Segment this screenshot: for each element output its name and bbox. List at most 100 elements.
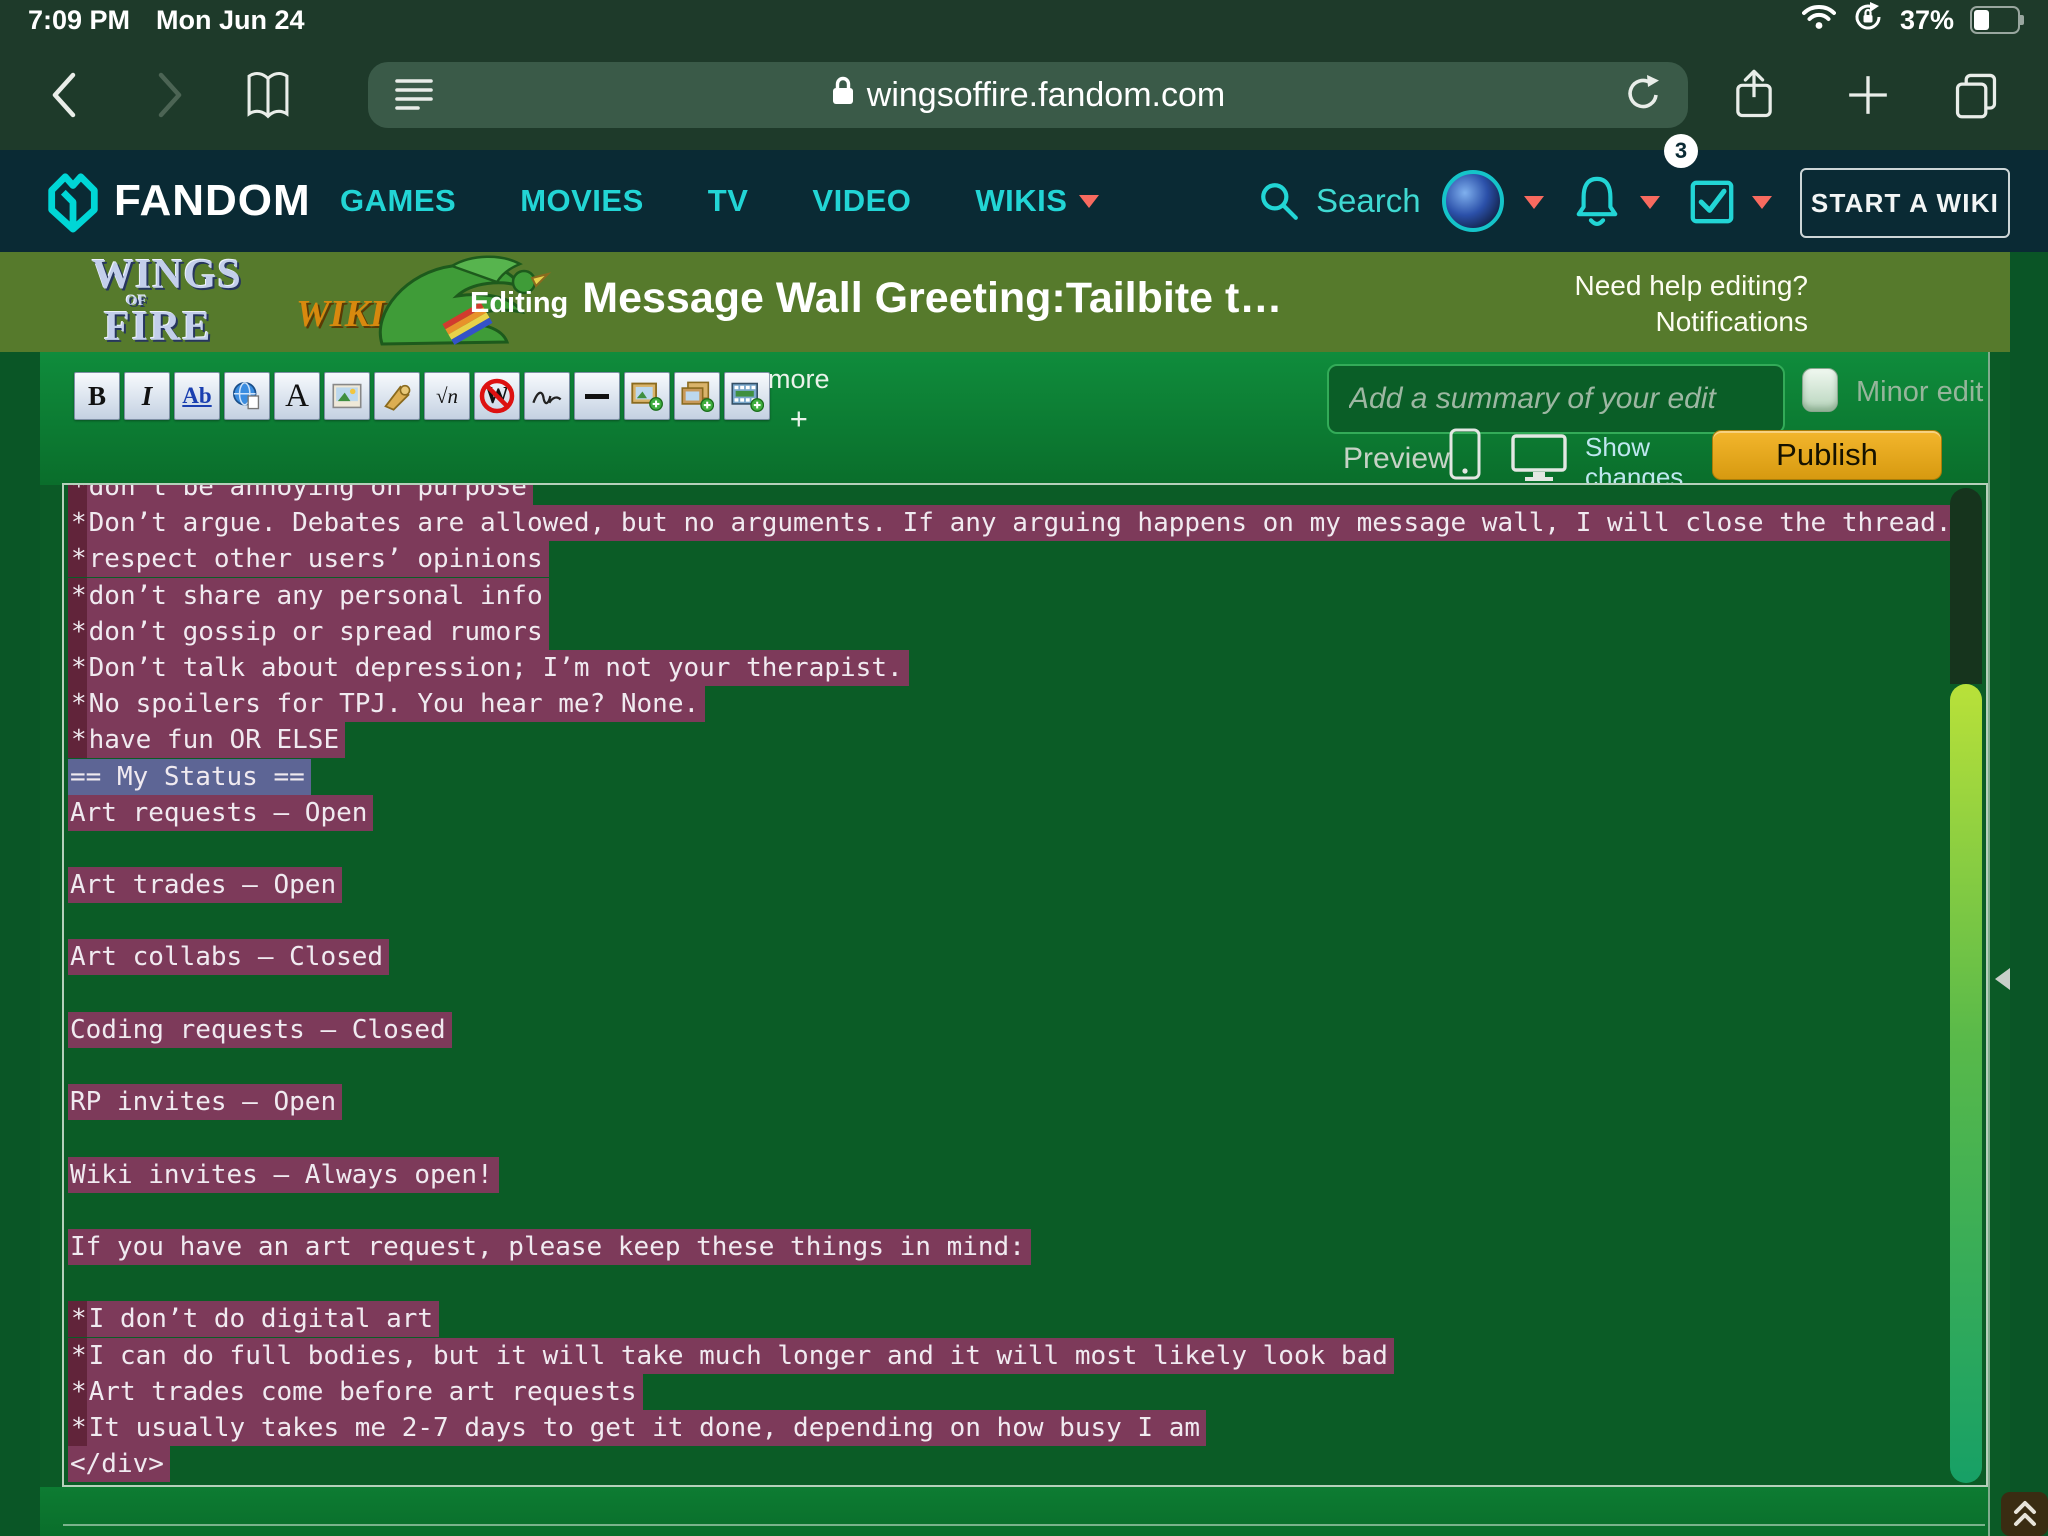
editor-line[interactable]: Coding requests – Closed <box>68 1012 1986 1048</box>
user-avatar[interactable] <box>1442 170 1504 232</box>
bookmarks-button[interactable] <box>240 66 296 124</box>
editor-line[interactable] <box>68 1265 1986 1301</box>
edit-summary-input[interactable] <box>1327 364 1785 434</box>
editor-line[interactable]: RP invites – Open <box>68 1084 1986 1120</box>
add-photo-button[interactable] <box>624 372 670 420</box>
search-label: Search <box>1316 182 1421 220</box>
forward-button[interactable] <box>142 66 198 124</box>
editor-scrollbar-thumb[interactable] <box>1950 684 1982 1483</box>
add-gallery-button[interactable] <box>674 372 720 420</box>
embedded-image-button[interactable] <box>324 372 370 420</box>
minor-edit-checkbox[interactable] <box>1802 368 1838 412</box>
wikitext-toolbar: BIAb A √nW <box>74 372 770 420</box>
horizontal-line-button[interactable] <box>574 372 620 420</box>
editor-line[interactable]: *Don’t talk about depression; I’m not yo… <box>68 650 1986 686</box>
publish-button[interactable]: Publish <box>1712 430 1942 480</box>
back-button[interactable] <box>36 66 92 124</box>
minor-edit-label: Minor edit <box>1856 376 1983 409</box>
add-video-button[interactable] <box>724 372 770 420</box>
fandom-logo[interactable]: FANDOM <box>42 168 311 234</box>
nav-link-tv[interactable]: TV <box>708 183 749 219</box>
editor-line[interactable]: Art trades – Open <box>68 867 1986 903</box>
double-chevron-up-icon <box>2011 1499 2039 1529</box>
editor-line[interactable]: *I don’t do digital art <box>68 1301 1986 1337</box>
media-file-link-button[interactable] <box>374 372 420 420</box>
editor-line[interactable]: *It usually takes me 2-7 days to get it … <box>68 1410 1986 1446</box>
editor-line[interactable]: Art requests – Open <box>68 795 1986 831</box>
scroll-to-top-button[interactable] <box>2001 1492 2048 1536</box>
editor-line[interactable]: *Art trades come before art requests <box>68 1374 1986 1410</box>
notifications-link[interactable]: Notifications <box>1574 304 1808 340</box>
url-domain: wingsoffire.fandom.com <box>867 76 1225 115</box>
status-time-date: 7:09 PM Mon Jun 24 <box>28 5 305 36</box>
editor-line[interactable] <box>68 903 1986 939</box>
address-bar[interactable]: wingsoffire.fandom.com <box>368 62 1688 128</box>
clock: 7:09 PM <box>28 5 130 36</box>
bold-button[interactable]: B <box>74 372 120 420</box>
need-help-link[interactable]: Need help editing? <box>1574 268 1808 304</box>
mobile-preview-button[interactable] <box>1448 428 1482 485</box>
editor-line[interactable] <box>68 831 1986 867</box>
date: Mon Jun 24 <box>156 5 305 36</box>
signature-button[interactable] <box>524 372 570 420</box>
start-a-wiki-button[interactable]: START A WIKI <box>1800 168 2010 238</box>
internal-link-button[interactable]: Ab <box>174 372 220 420</box>
editor-line[interactable]: *don’t be annoying on purpose <box>68 483 1986 505</box>
editor-line[interactable]: </div> <box>68 1446 1986 1482</box>
math-button[interactable]: √n <box>424 372 470 420</box>
more-tools-expand[interactable]: + <box>768 401 830 437</box>
nav-link-movies[interactable]: MOVIES <box>520 183 644 219</box>
wifi-icon <box>1802 4 1836 37</box>
notifications-bell[interactable] <box>1572 174 1622 235</box>
editor-toolbar-panel: BIAbA√nW more + Minor edit Preview Show … <box>40 352 1988 485</box>
safari-toolbar: wingsoffire.fandom.com <box>0 40 2048 150</box>
tabs-button[interactable] <box>1948 66 2004 124</box>
editor-line[interactable]: *don’t share any personal info <box>68 578 1986 614</box>
bell-icon <box>1572 174 1622 230</box>
message-caret-icon[interactable] <box>1752 196 1772 209</box>
fandom-heart-icon <box>42 168 104 234</box>
headline-button[interactable]: A <box>274 372 320 420</box>
editor-line[interactable]: *respect other users’ opinions <box>68 541 1986 577</box>
nowiki-button[interactable]: W <box>474 372 520 420</box>
editor-line[interactable]: *Don’t argue. Debates are allowed, but n… <box>68 505 1986 541</box>
nav-link-video[interactable]: VIDEO <box>812 183 911 219</box>
new-tab-button[interactable] <box>1840 66 1896 124</box>
notification-badge: 3 <box>1664 134 1698 168</box>
editor-line[interactable] <box>68 1048 1986 1084</box>
desktop-preview-button[interactable] <box>1510 434 1568 487</box>
bell-caret-icon[interactable] <box>1640 196 1660 209</box>
editor-line[interactable]: *No spoilers for TPJ. You hear me? None. <box>68 686 1986 722</box>
italic-button[interactable]: I <box>124 372 170 420</box>
preview-label: Preview <box>1343 442 1450 476</box>
editor-line[interactable]: == My Status == <box>68 759 1986 795</box>
editor-line[interactable] <box>68 976 1986 1012</box>
message-wall-button[interactable] <box>1688 178 1736 231</box>
share-button[interactable] <box>1726 66 1782 124</box>
more-tools-label[interactable]: more <box>768 364 830 395</box>
nav-link-wikis[interactable]: WIKIS <box>975 183 1099 219</box>
editor-line[interactable]: Art collabs – Closed <box>68 939 1986 975</box>
editor-line[interactable]: *I can do full bodies, but it will take … <box>68 1338 1986 1374</box>
editor-line[interactable]: *don’t gossip or spread rumors <box>68 614 1986 650</box>
page-title: Message Wall Greeting:Tailbite t… <box>582 274 1282 323</box>
editor-scrollbar-track[interactable] <box>1950 488 1982 684</box>
editor-line[interactable] <box>68 1120 1986 1156</box>
right-rail-divider <box>1988 352 1990 1536</box>
reload-icon[interactable] <box>1624 73 1664 118</box>
battery-percent: 37% <box>1900 5 1954 36</box>
search-icon <box>1258 180 1300 222</box>
wings-of-fire-logo[interactable]: WINGS OF FIRE <box>92 254 242 348</box>
nav-link-games[interactable]: GAMES <box>340 183 456 219</box>
editor-line[interactable]: Wiki invites – Always open! <box>68 1157 1986 1193</box>
collapse-rail-arrow-icon[interactable] <box>1995 968 2010 990</box>
wikitext-editor[interactable]: *don’t be annoying on purpose*Don’t argu… <box>62 483 1988 1487</box>
editing-label: Editing <box>470 287 568 320</box>
global-search[interactable]: Search <box>1258 150 1421 252</box>
external-link-button[interactable] <box>224 372 270 420</box>
editor-line[interactable] <box>68 1193 1986 1229</box>
editor-line[interactable]: If you have an art request, please keep … <box>68 1229 1986 1265</box>
editor-content[interactable]: *don’t be annoying on purpose*Don’t argu… <box>68 483 1986 1482</box>
avatar-caret-icon[interactable] <box>1524 196 1544 209</box>
editor-line[interactable]: *have fun OR ELSE <box>68 722 1986 758</box>
